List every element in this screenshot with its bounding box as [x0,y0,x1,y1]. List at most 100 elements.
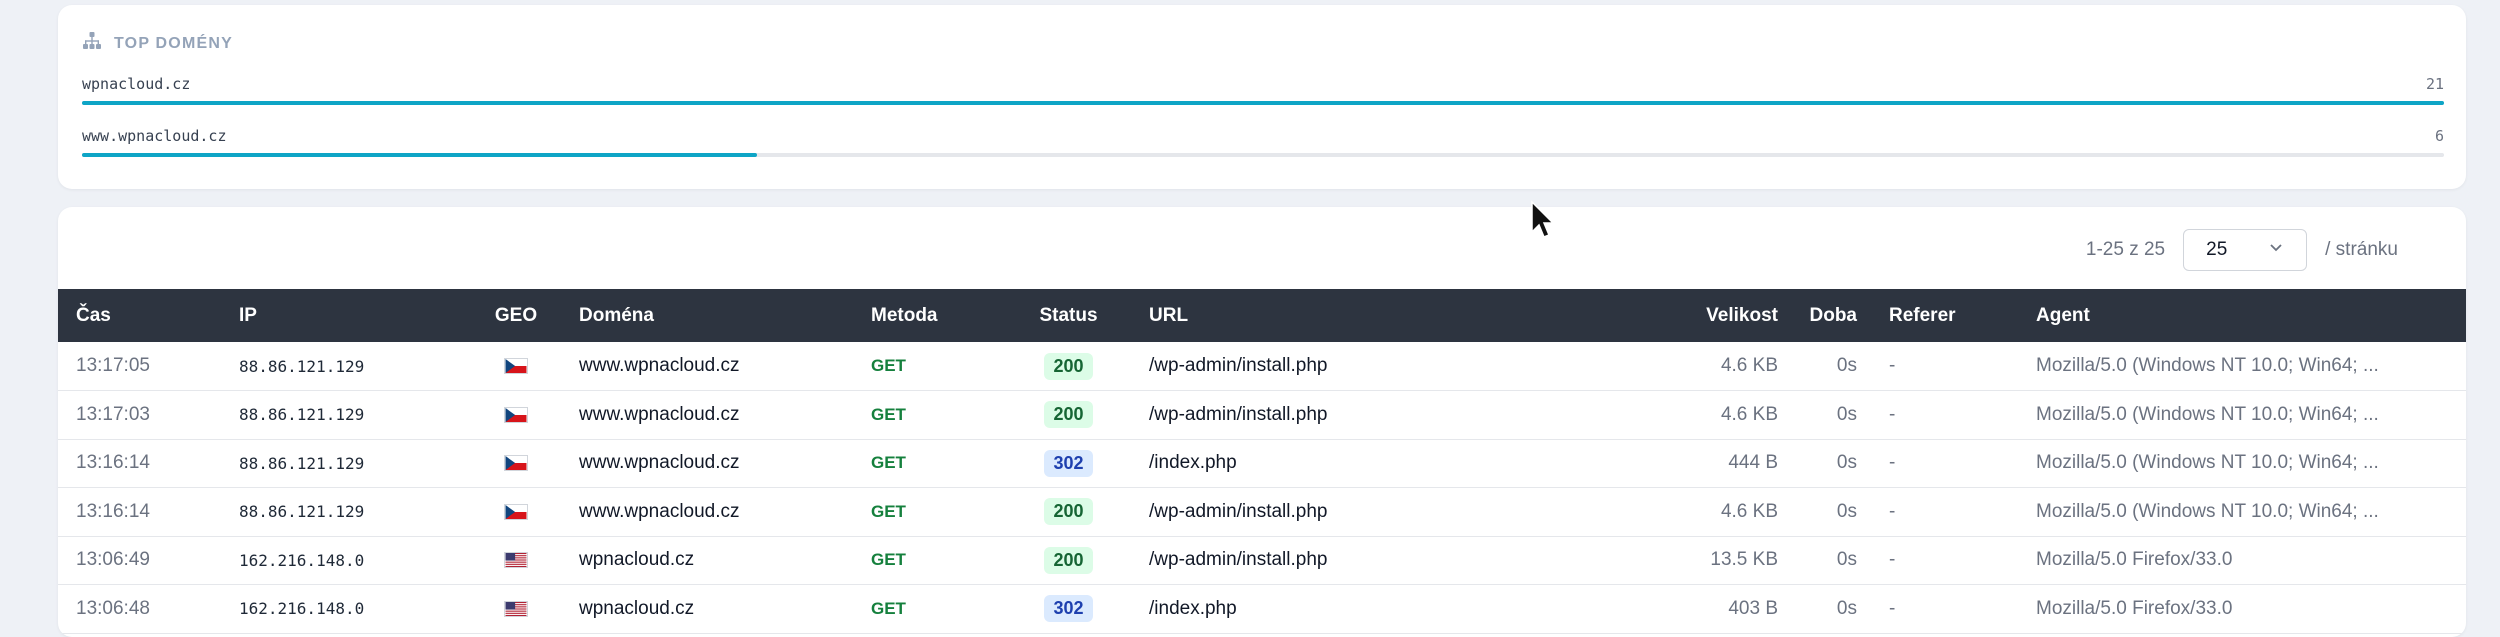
domain-name: wpnacloud.cz [82,75,191,93]
column-header-time[interactable]: Čas [58,289,214,342]
column-header-url[interactable]: URL [1131,289,1632,342]
cell-referer: - [1889,452,1896,474]
cell-doba: 0s [1836,452,1857,474]
cell-status: 302 [1006,439,1131,488]
cell-size: 403 B [1728,597,1778,619]
per-page-suffix: / stránku [2325,239,2398,260]
cell-time: 13:16:14 [76,452,150,474]
cell-url: /wp-admin/install.php [1149,403,1328,425]
cell-geo [471,488,561,537]
cell-size: 444 B [1728,452,1778,474]
column-header-domain[interactable]: Doména [561,289,853,342]
column-header-geo[interactable]: GEO [471,289,561,342]
cell-time: 13:06:48 [76,597,150,619]
cell-doba: 0s [1836,549,1857,571]
cell-referer: - [1889,549,1896,571]
table-row[interactable]: 13:06:49 162.216.148.0 wpnacloud.cz GET 200 /… [58,536,2466,585]
cell-status: 200 [1006,536,1131,585]
cell-domain: www.wpnacloud.cz [579,452,740,474]
cell-status: 302 [1006,585,1131,634]
cell-method: GET [871,404,906,424]
cell-status: 200 [1006,342,1131,391]
per-page-select[interactable]: 25 [2183,229,2308,271]
table-row[interactable]: 13:06:48 162.216.148.0 wpnacloud.cz GET 302 /… [58,585,2466,634]
cell-doba: 0s [1836,500,1857,522]
cell-size: 13.5 KB [1710,549,1778,571]
cell-doba: 0s [1836,403,1857,425]
cell-ip: 162.216.148.0 [239,599,365,619]
top-domains-card: TOP DOMÉNY wpnacloud.cz 21 www.wpnacloud.c… [58,5,2466,189]
top-domains-header: TOP DOMÉNY [82,31,233,56]
column-header-method[interactable]: Metoda [853,289,1006,342]
cell-status: 200 [1006,488,1131,537]
cell-domain: wpnacloud.cz [579,549,695,571]
cell-url: /wp-admin/install.php [1149,549,1328,571]
cell-method: GET [871,598,906,618]
access-log-table: Čas IP GEO Doména Metoda Status URL Veli… [58,289,2466,634]
cell-ip: 162.216.148.0 [239,550,365,570]
cell-ip: 88.86.121.129 [239,502,365,522]
cell-url: /wp-admin/install.php [1149,500,1328,522]
flag-cz-icon [504,357,528,374]
status-badge: 302 [1044,449,1093,477]
domain-count: 6 [2434,127,2444,145]
cell-geo [471,439,561,488]
table-row[interactable]: 13:16:14 88.86.121.129 www.wpnacloud.cz GET… [58,488,2466,537]
cell-doba: 0s [1836,355,1857,376]
column-header-agent[interactable]: Agent [2018,289,2466,342]
domain-bar-fill [82,101,2444,105]
status-badge: 200 [1044,546,1093,574]
table-header-row: Čas IP GEO Doména Metoda Status URL Veli… [58,289,2466,342]
cell-size: 4.6 KB [1720,500,1778,522]
cell-time: 13:17:03 [76,403,150,425]
status-badge: 200 [1044,401,1093,429]
table-row[interactable]: 13:16:14 88.86.121.129 www.wpnacloud.cz GET… [58,439,2466,488]
sitemap-icon [82,31,102,56]
column-header-status[interactable]: Status [1006,289,1131,342]
cell-size: 4.6 KB [1720,403,1778,425]
flag-cz-icon [504,455,528,472]
table-row[interactable]: 13:17:05 88.86.121.129 www.wpnacloud.cz GET… [58,342,2466,391]
cell-url: /wp-admin/install.php [1149,355,1328,376]
status-badge: 302 [1044,595,1093,623]
cell-doba: 0s [1836,597,1857,619]
cell-status: 200 [1006,391,1131,440]
flag-us-icon [504,600,528,617]
cell-agent: Mozilla/5.0 (Windows NT 10.0; Win64; ... [2036,452,2379,474]
status-badge: 200 [1044,352,1093,380]
cell-url: /index.php [1149,597,1237,619]
table-row[interactable]: 13:17:03 88.86.121.129 www.wpnacloud.cz GET… [58,391,2466,440]
cell-referer: - [1889,500,1896,522]
flag-us-icon [504,552,528,569]
cell-time: 13:17:05 [76,355,150,376]
cell-domain: www.wpnacloud.cz [579,355,740,376]
cell-geo [471,536,561,585]
status-badge: 200 [1044,498,1093,526]
cell-size: 4.6 KB [1720,355,1778,376]
access-log-card: 1-25 z 25 25 / stránku Čas IP GEO Doména… [58,207,2466,637]
cell-domain: wpnacloud.cz [579,597,695,619]
cell-geo [471,585,561,634]
pagination-range: 1-25 z 25 [2085,239,2166,260]
cell-agent: Mozilla/5.0 (Windows NT 10.0; Win64; ... [2036,403,2379,425]
cell-time: 13:06:49 [76,549,150,571]
domain-name: www.wpnacloud.cz [82,127,227,145]
column-header-doba[interactable]: Doba [1798,289,1871,342]
mouse-cursor-icon [1530,200,1556,240]
chevron-down-icon [2268,239,2284,261]
cell-url: /index.php [1149,452,1237,474]
per-page-value: 25 [2206,239,2228,260]
column-header-ip[interactable]: IP [214,289,471,342]
cell-referer: - [1889,403,1896,425]
cell-referer: - [1889,355,1896,376]
column-header-referer[interactable]: Referer [1871,289,2018,342]
cell-agent: Mozilla/5.0 Firefox/33.0 [2036,549,2233,571]
cell-method: GET [871,453,906,473]
cell-agent: Mozilla/5.0 (Windows NT 10.0; Win64; ... [2036,500,2379,522]
cell-time: 13:16:14 [76,500,150,522]
flag-cz-icon [504,406,528,423]
cell-geo [471,391,561,440]
column-header-size[interactable]: Velikost [1632,289,1798,342]
cell-domain: www.wpnacloud.cz [579,403,740,425]
domain-bar-fill [82,153,757,157]
